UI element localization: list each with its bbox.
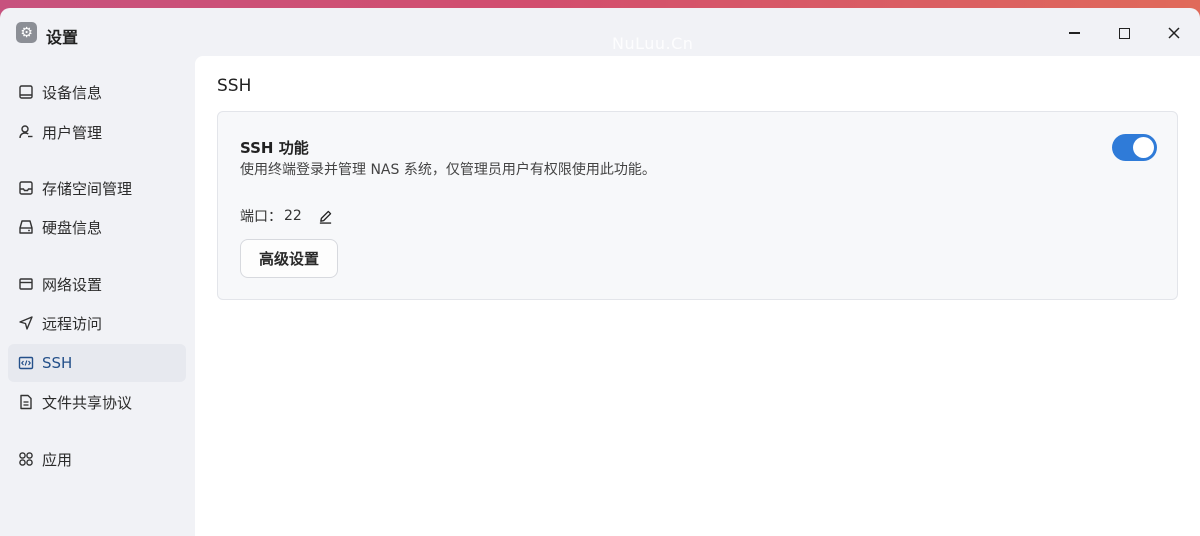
ssh-toggle[interactable]	[1112, 134, 1157, 161]
sidebar: 设备信息 用户管理 存储空间管理 硬盘信息 网络设置 远程访问 SSH 文件共享…	[0, 56, 194, 536]
sidebar-item-label: 文件共享协议	[42, 393, 133, 412]
close-button[interactable]	[1162, 22, 1186, 44]
window-title: 设置	[46, 28, 79, 47]
minimize-button[interactable]	[1062, 22, 1086, 44]
edit-port-button[interactable]	[318, 208, 334, 224]
disk-icon	[17, 219, 34, 236]
port-value: 22	[284, 208, 302, 224]
minimize-icon	[1068, 32, 1080, 34]
sidebar-item-ssh[interactable]: SSH	[8, 344, 186, 382]
storage-icon	[17, 180, 34, 197]
maximize-icon	[1118, 27, 1130, 39]
code-icon	[17, 355, 34, 372]
sidebar-item-label: 远程访问	[42, 314, 103, 333]
maximize-button[interactable]	[1112, 22, 1136, 44]
watermark-text: NuLuu.Cn	[612, 34, 694, 53]
ssh-settings-card: SSH 功能 使用终端登录并管理 NAS 系统，仅管理员用户有权限使用此功能。 …	[217, 111, 1178, 300]
sidebar-item-user-management[interactable]: 用户管理	[8, 113, 186, 151]
sidebar-item-label: 存储空间管理	[42, 179, 133, 198]
sidebar-item-remote-access[interactable]: 远程访问	[8, 304, 186, 342]
device-icon	[17, 84, 34, 101]
sidebar-item-network-settings[interactable]: 网络设置	[8, 265, 186, 303]
sidebar-item-label: SSH	[42, 354, 73, 372]
network-icon	[17, 276, 34, 293]
settings-window: ⚙ 设置 NuLuu.Cn 设备信息 用户管理 存储空间管理 硬盘信息 网络设置…	[0, 8, 1200, 536]
sidebar-item-label: 应用	[42, 450, 73, 469]
close-icon	[1168, 27, 1180, 39]
toggle-knob	[1133, 137, 1154, 158]
document-icon	[17, 394, 34, 411]
advanced-settings-button[interactable]: 高级设置	[240, 239, 338, 278]
sidebar-item-label: 用户管理	[42, 123, 103, 142]
sidebar-item-label: 网络设置	[42, 275, 103, 294]
user-icon	[17, 124, 34, 141]
title-bar: ⚙ 设置 NuLuu.Cn	[0, 8, 1200, 56]
ssh-feature-title: SSH 功能	[240, 139, 309, 157]
sidebar-item-device-info[interactable]: 设备信息	[8, 73, 186, 111]
pencil-icon	[320, 210, 332, 224]
sidebar-item-disk-info[interactable]: 硬盘信息	[8, 208, 186, 246]
apps-icon	[17, 451, 34, 468]
sidebar-item-apps[interactable]: 应用	[8, 440, 186, 478]
gear-icon: ⚙	[16, 22, 37, 43]
sidebar-item-file-sharing[interactable]: 文件共享协议	[8, 383, 186, 421]
sidebar-item-label: 硬盘信息	[42, 218, 103, 237]
main-panel: SSH SSH 功能 使用终端登录并管理 NAS 系统，仅管理员用户有权限使用此…	[195, 56, 1200, 536]
ssh-feature-description: 使用终端登录并管理 NAS 系统，仅管理员用户有权限使用此功能。	[240, 162, 656, 178]
port-row: 端口： 22	[240, 206, 334, 226]
sidebar-item-label: 设备信息	[42, 83, 103, 102]
port-label: 端口：	[240, 209, 282, 225]
sidebar-item-storage-management[interactable]: 存储空间管理	[8, 169, 186, 207]
send-icon	[17, 315, 34, 332]
page-title: SSH	[217, 76, 252, 96]
